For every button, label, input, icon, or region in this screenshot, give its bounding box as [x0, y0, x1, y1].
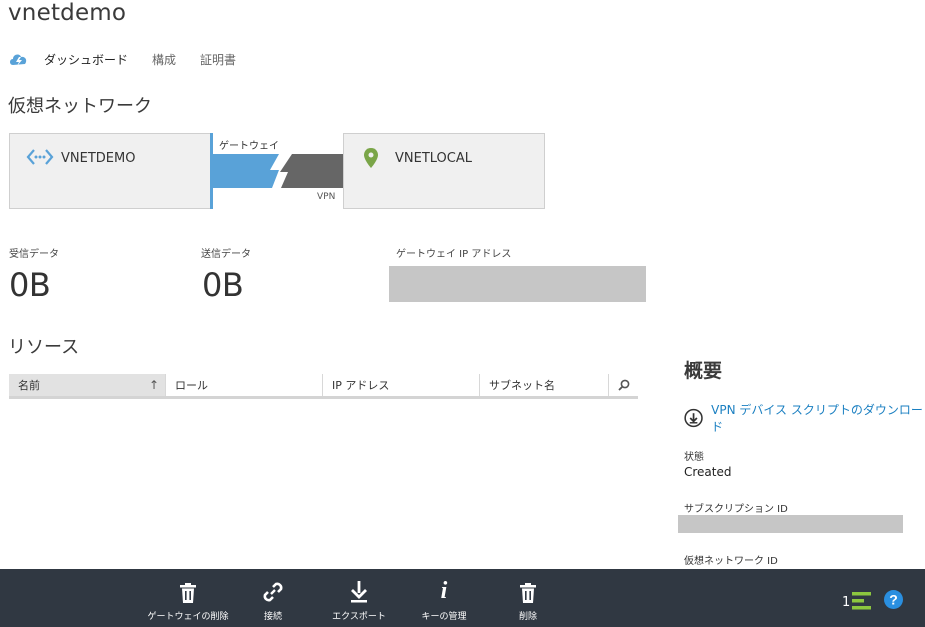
export-label: エクスポート — [332, 612, 386, 622]
help-icon[interactable]: ? — [884, 590, 903, 609]
status-label: 状態 — [684, 452, 704, 463]
tab-dashboard[interactable]: ダッシュボード — [44, 51, 128, 68]
notification-count: 1 — [842, 595, 851, 610]
data-out-label: 送信データ — [201, 249, 251, 260]
download-link-text: VPN デバイス スクリプトのダウンロード — [711, 403, 923, 434]
manage-keys-label: キーの管理 — [421, 612, 467, 622]
overview-heading: 概要 — [684, 360, 723, 382]
svg-text:?: ? — [889, 592, 898, 608]
gateway-label: ゲートウェイ — [219, 141, 279, 152]
vpn-label: VPN — [317, 192, 336, 202]
export-button[interactable]: エクスポート — [330, 569, 388, 627]
remote-network-name: VNETLOCAL — [395, 151, 472, 166]
resources-table-header: 名前 ↑ ロール IP アドレス サブネット名 — [9, 374, 638, 399]
link-icon — [263, 582, 283, 602]
page-title: vnetdemo — [8, 0, 127, 26]
table-search-button[interactable] — [609, 374, 638, 396]
delete-gateway-button[interactable]: ゲートウェイの削除 — [147, 569, 229, 627]
location-pin-icon — [364, 148, 378, 168]
data-in-value: 0B — [9, 266, 51, 304]
data-in-label: 受信データ — [9, 249, 59, 260]
column-ip-label: IP アドレス — [332, 379, 390, 392]
connect-button[interactable]: 接続 — [250, 569, 296, 627]
download-vpn-script-link[interactable]: VPN デバイス スクリプトのダウンロード — [684, 401, 925, 435]
download-icon — [351, 581, 367, 603]
subscription-id-redacted — [678, 515, 903, 533]
column-subnet-label: サブネット名 — [489, 379, 555, 392]
delete-button[interactable]: 削除 — [508, 569, 548, 627]
search-icon — [617, 379, 629, 391]
delete-label: 削除 — [518, 612, 537, 622]
resources-heading: リソース — [8, 337, 80, 358]
column-name[interactable]: 名前 ↑ — [9, 374, 166, 396]
trash-icon — [520, 583, 536, 603]
status-value: Created — [684, 465, 732, 479]
remote-network-tile[interactable]: VNETLOCAL — [343, 133, 545, 209]
column-subnet[interactable]: サブネット名 — [480, 374, 609, 396]
vpn-connection-graphic — [212, 154, 343, 188]
vnet-id-label: 仮想ネットワーク ID — [684, 556, 778, 567]
subscription-id-label: サブスクリプション ID — [684, 504, 788, 515]
data-out-value: 0B — [202, 266, 244, 304]
virtual-network-heading: 仮想ネットワーク — [8, 96, 152, 117]
tab-configure[interactable]: 構成 — [152, 51, 176, 68]
column-name-label: 名前 — [18, 379, 40, 392]
virtual-network-icon — [26, 149, 54, 165]
manage-keys-button[interactable]: i キーの管理 — [414, 569, 474, 627]
notifications-icon[interactable] — [852, 592, 871, 610]
download-circle-icon — [684, 408, 703, 428]
column-role-label: ロール — [175, 379, 208, 392]
command-bar: ゲートウェイの削除 接続 エクスポート i キーの管理 削除 — [0, 569, 925, 627]
column-ip-address[interactable]: IP アドレス — [323, 374, 480, 396]
trash-icon — [180, 583, 196, 603]
cloud-lightning-icon — [10, 54, 27, 66]
connect-label: 接続 — [263, 612, 282, 622]
gateway-ip-label: ゲートウェイ IP アドレス — [396, 249, 512, 260]
gateway-ip-redacted — [389, 266, 646, 302]
local-network-tile[interactable]: VNETDEMO — [9, 133, 211, 209]
info-icon: i — [440, 578, 448, 604]
local-network-name: VNETDEMO — [61, 151, 136, 166]
column-role[interactable]: ロール — [166, 374, 323, 396]
sort-ascending-icon: ↑ — [148, 378, 159, 392]
delete-gateway-label: ゲートウェイの削除 — [147, 612, 229, 622]
tab-certificates[interactable]: 証明書 — [200, 51, 236, 68]
tab-bar: ダッシュボード 構成 証明書 — [8, 49, 260, 69]
